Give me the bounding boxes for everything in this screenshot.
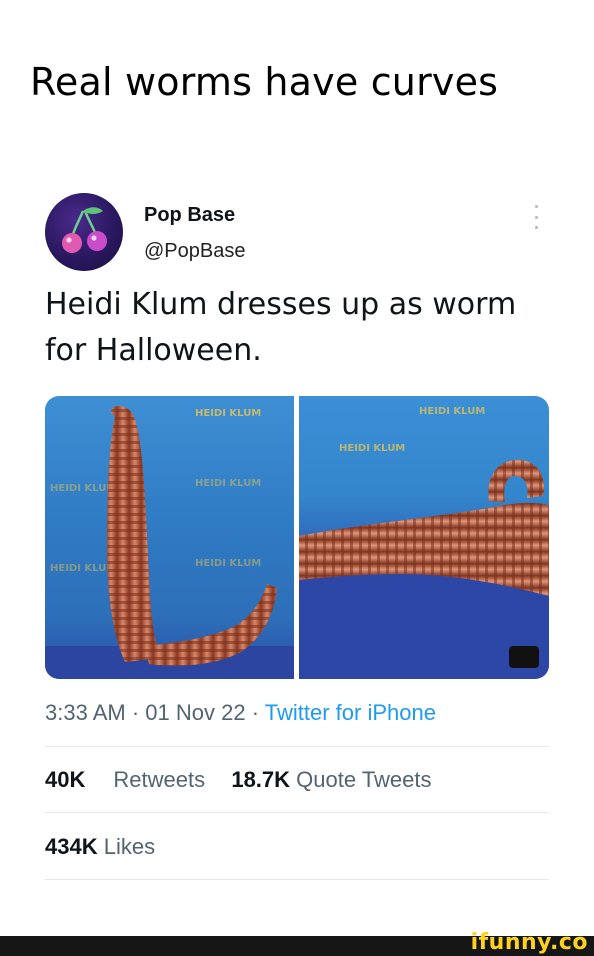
divider [45,879,549,880]
author-handle[interactable]: @PopBase [144,240,245,263]
avatar[interactable] [45,193,123,271]
retweets-count: 40K [45,767,86,792]
media-photo-lying-worm[interactable]: HEIDI KLUM HEIDI KLUM [299,396,549,679]
ifunny-watermark: ifunny.co [470,930,588,955]
tweet-meta: 3:33 AM · 01 Nov 22 · Twitter for iPhone [45,700,436,726]
more-options-icon[interactable] [528,205,544,229]
tweet-source-link[interactable]: Twitter for iPhone [265,700,436,725]
retweets-label: Retweets [113,767,206,792]
quote-tweets-count: 18.7K [231,767,291,792]
meme-caption: Real worms have curves [30,60,499,104]
likes-stats-row: 434K Likes [45,834,155,860]
svg-text:HEIDI KLUM: HEIDI KLUM [195,478,261,489]
quote-tweets-stat[interactable]: 18.7K Quote Tweets [231,767,431,792]
svg-text:HEIDI KLUM: HEIDI KLUM [50,563,116,574]
footer-bar: ifunny.co [0,930,594,956]
retweets-stat[interactable]: 40K Retweets [45,767,205,792]
likes-stat[interactable]: 434K Likes [45,834,155,859]
tweet-text: Heidi Klum dresses up as worm for Hallow… [45,287,517,368]
cherries-icon [62,207,107,253]
likes-label: Likes [103,834,156,859]
author-display-name[interactable]: Pop Base [144,204,235,227]
tweet-time: 3:33 AM [45,700,126,725]
tweet-media[interactable]: HEIDI KLUM HEIDI KLUM HEIDI KLUM HEIDI K… [45,396,549,679]
meta-separator-2: · [251,700,260,725]
quote-tweets-label: Quote Tweets [296,767,432,792]
meta-separator: · [131,700,140,725]
svg-text:HEIDI KLUM: HEIDI KLUM [50,483,116,494]
svg-text:HEIDI KLUM: HEIDI KLUM [195,558,261,569]
media-photo-standing-worm[interactable]: HEIDI KLUM HEIDI KLUM HEIDI KLUM HEIDI K… [45,396,294,679]
backdrop-text: HEIDI KLUM [195,408,261,419]
divider [45,812,549,813]
divider [45,746,549,747]
likes-count: 434K [45,834,98,859]
tweet-date: 01 Nov 22 [145,700,246,725]
retweet-stats-row: 40K Retweets 18.7K Quote Tweets [45,767,432,793]
svg-text:HEIDI KLUM: HEIDI KLUM [339,443,405,454]
svg-text:HEIDI KLUM: HEIDI KLUM [419,406,485,417]
